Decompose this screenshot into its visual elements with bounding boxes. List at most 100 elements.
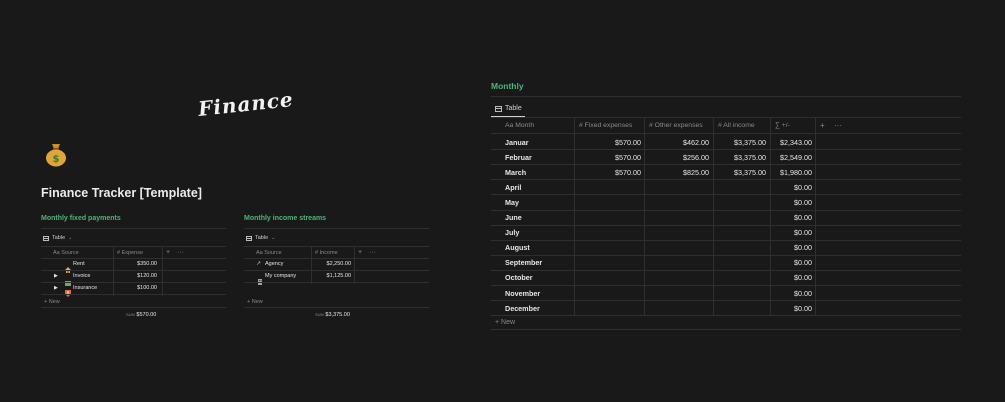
row-all-income: $3,375.00 xyxy=(734,137,766,147)
building-icon xyxy=(257,272,263,285)
row-balance: $0.00 xyxy=(794,273,812,283)
row-balance: $0.00 xyxy=(794,288,812,298)
table-row[interactable]: Rent $350.00 xyxy=(41,258,226,273)
row-source: Agency xyxy=(265,261,284,267)
row-all-income: $3,375.00 xyxy=(734,167,766,177)
monthly-table-row[interactable]: November $0.00 xyxy=(491,285,961,300)
monthly-table-row[interactable]: June $0.00 xyxy=(491,210,961,225)
row-balance: $0.00 xyxy=(794,258,812,268)
income-view-label: Table xyxy=(255,235,269,241)
row-amount: $2,250.00 xyxy=(326,261,351,267)
fixed-table-view-tab[interactable]: Table ⌄ xyxy=(43,235,72,241)
row-balance: $0.00 xyxy=(794,213,812,222)
row-amount: $100.00 xyxy=(137,285,157,291)
invoice-icon xyxy=(65,273,71,286)
chart-up-icon: ↗ xyxy=(256,261,262,267)
fixed-new-row-button[interactable]: + New xyxy=(44,299,60,305)
row-amount: $1,125.00 xyxy=(326,273,351,279)
income-col-income[interactable]: # Income xyxy=(315,250,338,256)
col-income-header[interactable]: # All income xyxy=(718,122,755,129)
monthly-table-row[interactable]: July $0.00 xyxy=(491,225,961,240)
fixed-sum[interactable]: SUM $570.00 xyxy=(126,312,156,318)
row-other-expenses: $256.00 xyxy=(683,152,709,162)
row-fixed-expenses: $570.00 xyxy=(615,167,641,177)
income-sum[interactable]: SUM $3,375.00 xyxy=(315,312,350,318)
finance-logo: Finance xyxy=(197,87,295,121)
svg-text:$: $ xyxy=(53,154,60,165)
row-source: Invoice xyxy=(73,273,91,279)
monthly-table-row[interactable]: May $0.00 xyxy=(491,194,961,209)
monthly-new-row-button[interactable]: + New xyxy=(495,319,515,326)
row-balance: $0.00 xyxy=(794,228,812,238)
row-month: April xyxy=(505,182,522,192)
income-col-source[interactable]: Aa Source xyxy=(256,250,282,256)
row-balance: $1,980.00 xyxy=(780,167,812,177)
row-balance: $0.00 xyxy=(794,243,812,253)
chevron-down-icon: ⌄ xyxy=(271,235,276,241)
monthly-table-row[interactable]: March $570.00 $825.00 $3,375.00 $1,980.00 xyxy=(491,164,961,179)
monthly-table-row[interactable]: April $0.00 xyxy=(491,179,961,194)
fixed-payments-title[interactable]: Monthly fixed payments xyxy=(41,215,121,222)
row-balance: $0.00 xyxy=(794,197,812,207)
row-balance: $2,343.00 xyxy=(780,137,812,147)
row-amount: $350.00 xyxy=(137,261,157,267)
table-row[interactable]: ↗ Agency $2,250.00 xyxy=(244,258,429,270)
income-table-view-tab[interactable]: Table ⌄ xyxy=(246,235,275,241)
expand-arrow-icon[interactable]: ▶ xyxy=(54,273,58,279)
chevron-down-icon: ⌄ xyxy=(68,235,73,241)
row-month: May xyxy=(505,197,519,207)
monthly-table-row[interactable]: Februar $570.00 $256.00 $3,375.00 $2,549.00 xyxy=(491,149,961,164)
fixed-col-expense[interactable]: # Expense xyxy=(117,250,143,256)
fixed-col-source[interactable]: Aa Source xyxy=(53,250,79,256)
fixed-view-label: Table xyxy=(52,235,66,241)
monthly-view-label: Table xyxy=(505,105,522,112)
monthly-table-row[interactable]: September $0.00 xyxy=(491,255,961,270)
table-icon xyxy=(246,235,252,241)
row-other-expenses: $825.00 xyxy=(683,167,709,177)
more-options-icon[interactable]: ··· xyxy=(369,249,376,256)
row-month: June xyxy=(505,213,522,222)
table-row[interactable]: ▶ Insurance $100.00 xyxy=(41,282,226,297)
row-month: August xyxy=(505,243,530,253)
col-other-header[interactable]: # Other expenses xyxy=(649,122,703,129)
more-options-icon[interactable]: ··· xyxy=(834,121,842,130)
row-amount: $120.00 xyxy=(137,273,157,279)
money-bag-icon: $ xyxy=(46,144,66,167)
income-new-row-button[interactable]: + New xyxy=(247,299,263,305)
more-options-icon[interactable]: ··· xyxy=(177,249,184,256)
table-icon xyxy=(495,105,502,112)
table-row[interactable]: My company $1,125.00 xyxy=(244,270,429,285)
col-month-header[interactable]: Aa Month xyxy=(505,122,534,129)
row-month: October xyxy=(505,273,533,283)
table-row[interactable]: ▶ Invoice $120.00 xyxy=(41,270,226,286)
row-month: Januar xyxy=(505,137,529,147)
monthly-table-row[interactable]: October $0.00 xyxy=(491,270,961,285)
income-streams-title[interactable]: Monthly income streams xyxy=(244,215,326,222)
house-icon xyxy=(65,260,71,273)
row-balance: $2,549.00 xyxy=(780,152,812,162)
row-fixed-expenses: $570.00 xyxy=(615,152,641,162)
shield-icon xyxy=(65,284,71,297)
row-month: December xyxy=(505,303,540,313)
add-column-plus-icon[interactable]: + xyxy=(820,121,825,130)
row-month: Februar xyxy=(505,152,532,162)
col-fixed-header[interactable]: # Fixed expenses xyxy=(579,122,632,129)
monthly-table-row[interactable]: August $0.00 xyxy=(491,240,961,255)
add-column-plus-icon[interactable]: + xyxy=(358,249,362,256)
monthly-title[interactable]: Monthly xyxy=(491,81,524,91)
row-all-income: $3,375.00 xyxy=(734,152,766,162)
formula-icon: ∑ xyxy=(775,122,782,129)
row-month: November xyxy=(505,288,541,298)
row-month: March xyxy=(505,167,527,177)
table-icon xyxy=(43,235,49,241)
expand-arrow-icon[interactable]: ▶ xyxy=(54,285,58,291)
page-title: Finance Tracker [Template] xyxy=(41,186,202,200)
monthly-table-row[interactable]: December $0.00 xyxy=(491,300,961,315)
monthly-table-row[interactable]: Januar $570.00 $462.00 $3,375.00 $2,343.00 xyxy=(491,134,961,149)
col-balance-header[interactable]: ∑ +/- xyxy=(775,122,790,129)
row-source: My company xyxy=(265,273,297,279)
monthly-table-view-tab[interactable]: Table xyxy=(495,105,522,112)
row-source: Insurance xyxy=(73,285,98,291)
add-column-plus-icon[interactable]: + xyxy=(166,249,170,256)
row-balance: $0.00 xyxy=(794,182,812,192)
